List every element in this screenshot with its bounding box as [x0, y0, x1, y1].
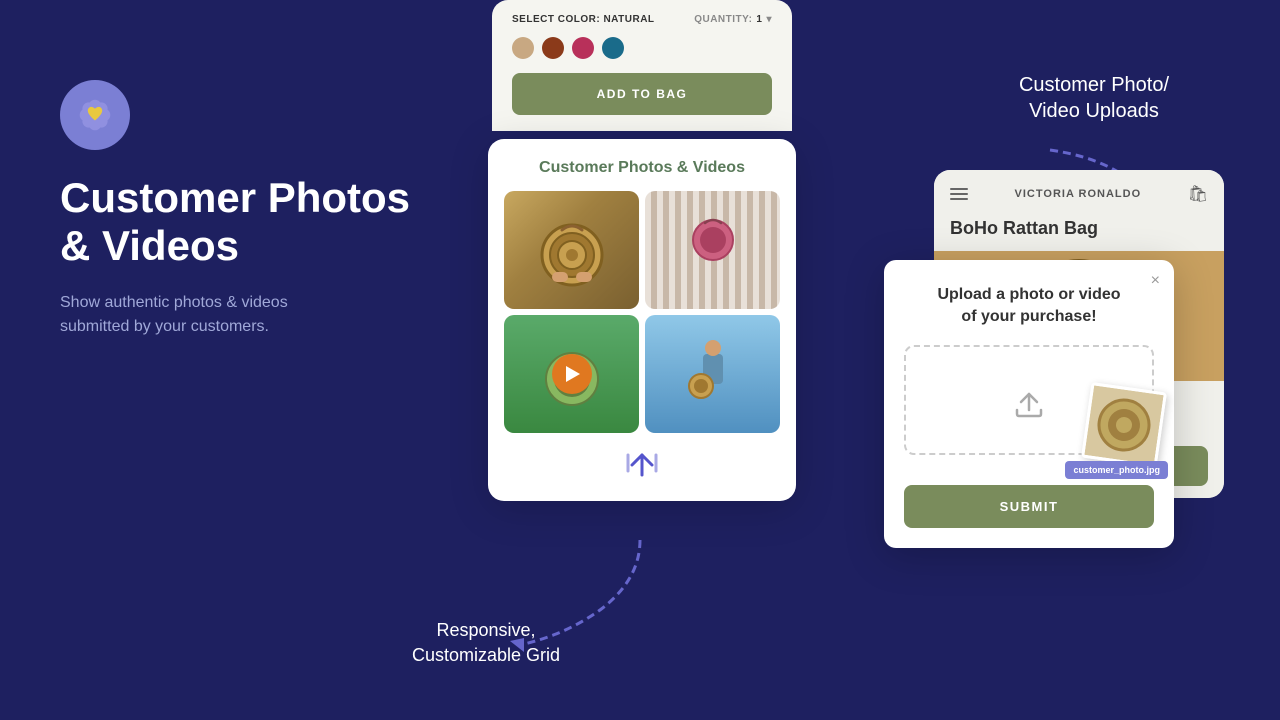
center-widget: SELECT COLOR: NATURAL QUANTITY: 1 ▾ ADD … [488, 0, 796, 501]
right-widget: VICTORIA RONALDO 🛍 BoHo Rattan Bag × Upl… [934, 170, 1224, 498]
photo-2-illustration [683, 205, 743, 295]
main-title: Customer Photos & Videos [60, 174, 440, 271]
submit-button[interactable]: SUBMIT [904, 485, 1154, 528]
upload-arrow-icon [624, 449, 660, 477]
hamburger-menu[interactable] [950, 188, 968, 200]
select-color-label: SELECT COLOR: NATURAL [512, 14, 655, 25]
photos-card-title: Customer Photos & Videos [504, 159, 780, 177]
right-label: Customer Photo/ Video Uploads [964, 72, 1224, 124]
swatch-pink[interactable] [572, 37, 594, 59]
photos-card: Customer Photos & Videos [488, 139, 796, 501]
quantity-label: QUANTITY: 1 ▾ [694, 14, 772, 25]
photo-cell-4 [645, 315, 780, 433]
left-section: Customer Photos & Videos Show authentic … [60, 80, 440, 339]
upload-modal: × Upload a photo or video of your purcha… [884, 260, 1174, 548]
bag-icon[interactable]: 🛍 [1188, 184, 1208, 204]
modal-title: Upload a photo or video of your purchase… [904, 280, 1154, 329]
swatch-teal[interactable] [602, 37, 624, 59]
product-bar: SELECT COLOR: NATURAL QUANTITY: 1 ▾ ADD … [492, 0, 792, 131]
photo-1-illustration [532, 210, 612, 290]
upload-icon [1011, 382, 1047, 418]
modal-close-button[interactable]: × [1151, 272, 1160, 290]
photo-grid [504, 191, 780, 433]
flower-heart-icon [77, 97, 113, 133]
photo-preview [1081, 382, 1167, 468]
upload-area[interactable]: customer_photo.jpg [904, 345, 1154, 455]
photo-cell-3 [504, 315, 639, 433]
swatch-natural[interactable] [512, 37, 534, 59]
file-badge: customer_photo.jpg [1065, 461, 1168, 479]
add-to-bag-button-top[interactable]: ADD TO BAG [512, 73, 772, 115]
photo-4-illustration [683, 334, 743, 414]
logo [60, 80, 130, 150]
photo-cell-2 [645, 191, 780, 309]
bottom-label: Responsive, Customizable Grid [412, 618, 560, 668]
color-swatches [512, 37, 772, 59]
swatch-brown[interactable] [542, 37, 564, 59]
right-widget-header: VICTORIA RONALDO 🛍 [934, 170, 1224, 214]
play-button[interactable] [552, 354, 592, 394]
upload-arrow [504, 449, 780, 477]
photo-cell-1 [504, 191, 639, 309]
photo-preview-image [1084, 385, 1163, 464]
store-name: VICTORIA RONALDO [1015, 188, 1142, 200]
product-name-right: BoHo Rattan Bag [934, 214, 1224, 251]
subtitle: Show authentic photos & videos submitted… [60, 291, 440, 339]
